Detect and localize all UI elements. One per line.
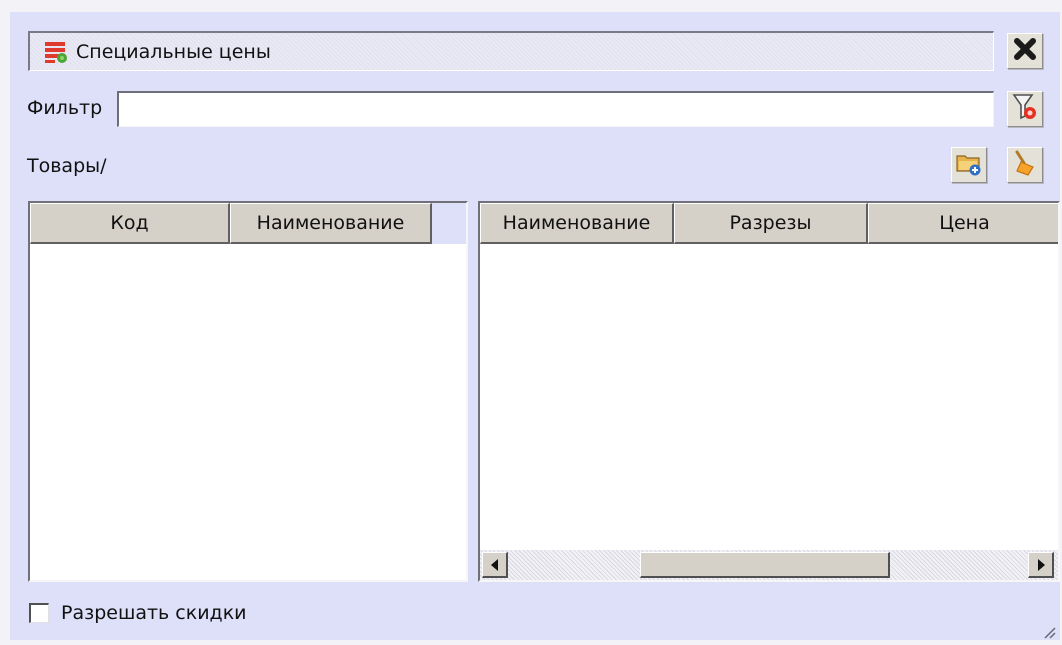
column-header-price[interactable]: Цена <box>868 203 1058 244</box>
scroll-thumb[interactable] <box>640 552 890 578</box>
horizontal-scrollbar[interactable] <box>480 550 1058 580</box>
left-grid-header: Код Наименование <box>30 203 466 244</box>
allow-discounts-label: Разрешать скидки <box>61 602 247 624</box>
allow-discounts-checkbox[interactable] <box>29 603 49 623</box>
column-header-code[interactable]: Код <box>30 203 230 244</box>
left-grid[interactable]: Код Наименование <box>28 201 468 582</box>
close-button[interactable] <box>1007 33 1043 69</box>
close-x-icon <box>1012 36 1038 67</box>
right-grid-header: Наименование Разрезы Цена <box>480 203 1058 244</box>
breadcrumb: Товары/ <box>27 155 107 177</box>
filter-input[interactable] <box>117 91 994 127</box>
resize-grip[interactable] <box>1042 622 1056 639</box>
arrow-right-icon <box>1036 554 1046 576</box>
arrow-left-icon <box>490 554 500 576</box>
special-prices-window: Специальные цены Фильтр Товары/ Код Наим… <box>10 12 1060 640</box>
column-header-name[interactable]: Наименование <box>230 203 432 244</box>
allow-discounts-option[interactable]: Разрешать скидки <box>29 602 247 624</box>
scroll-left-button[interactable] <box>482 552 508 578</box>
window-title: Специальные цены <box>76 40 271 63</box>
filter-clear-icon <box>1011 92 1039 127</box>
title-bar: Специальные цены <box>28 31 994 71</box>
right-grid[interactable]: Наименование Разрезы Цена <box>478 201 1060 582</box>
clear-button[interactable] <box>1007 147 1043 183</box>
column-header-sections[interactable]: Разрезы <box>674 203 868 244</box>
column-header-name[interactable]: Наименование <box>480 203 674 244</box>
broom-icon <box>1011 149 1039 182</box>
filter-clear-button[interactable] <box>1007 91 1043 127</box>
special-prices-icon <box>42 39 70 65</box>
add-folder-button[interactable] <box>951 147 987 183</box>
add-folder-icon <box>955 149 983 182</box>
filter-label: Фильтр <box>27 97 103 119</box>
scroll-right-button[interactable] <box>1028 552 1054 578</box>
